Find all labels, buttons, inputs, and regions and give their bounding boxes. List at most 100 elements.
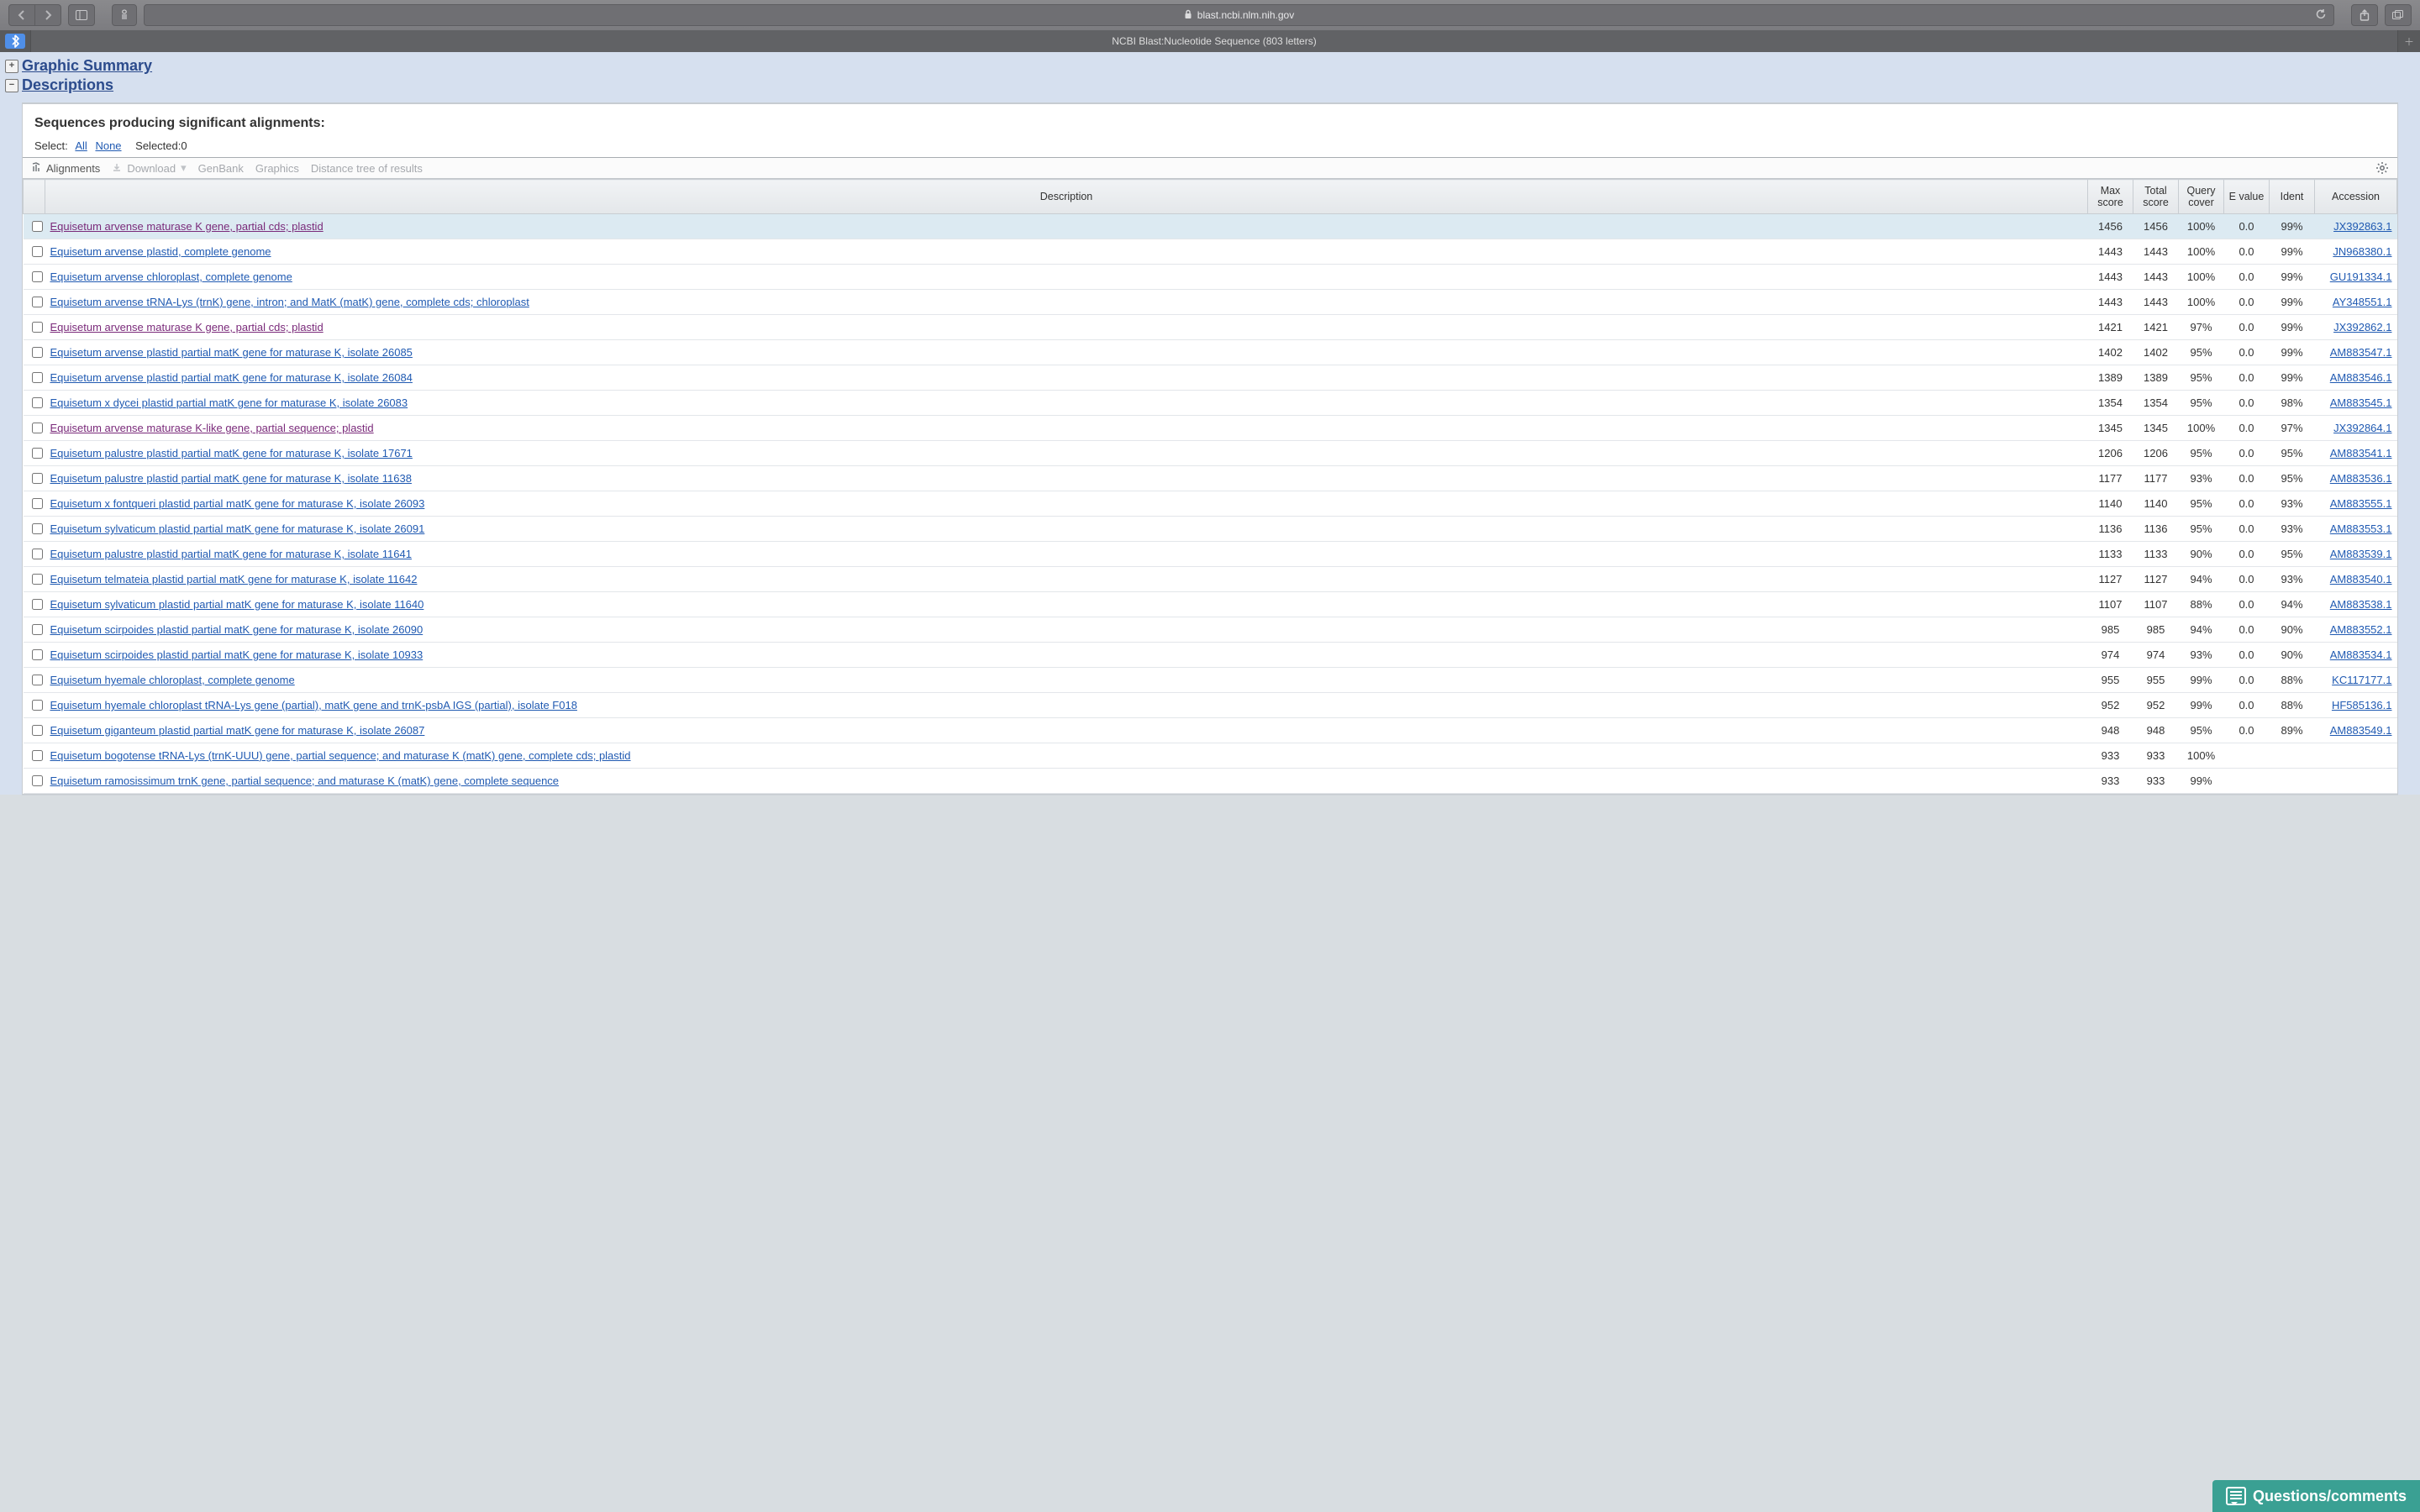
- row-checkbox[interactable]: [32, 700, 43, 711]
- reader-button[interactable]: [112, 4, 137, 26]
- accession-link[interactable]: AM883547.1: [2330, 346, 2392, 359]
- cell-total: 1206: [2133, 441, 2179, 466]
- row-checkbox[interactable]: [32, 448, 43, 459]
- description-link[interactable]: Equisetum arvense chloroplast, complete …: [50, 270, 292, 283]
- row-checkbox[interactable]: [32, 750, 43, 761]
- description-link[interactable]: Equisetum scirpoides plastid partial mat…: [50, 623, 424, 636]
- row-checkbox[interactable]: [32, 423, 43, 433]
- description-link[interactable]: Equisetum ramosissimum trnK gene, partia…: [50, 774, 560, 787]
- description-link[interactable]: Equisetum x fontqueri plastid partial ma…: [50, 497, 425, 510]
- row-checkbox[interactable]: [32, 397, 43, 408]
- row-checkbox[interactable]: [32, 574, 43, 585]
- description-link[interactable]: Equisetum arvense plastid, complete geno…: [50, 245, 271, 258]
- col-total-score[interactable]: Total score: [2133, 180, 2179, 214]
- col-max-score[interactable]: Max score: [2088, 180, 2133, 214]
- description-link[interactable]: Equisetum palustre plastid partial matK …: [50, 447, 413, 459]
- select-none-link[interactable]: None: [95, 139, 121, 152]
- description-link[interactable]: Equisetum bogotense tRNA-Lys (trnK-UUU) …: [50, 749, 631, 762]
- description-link[interactable]: Equisetum hyemale chloroplast, complete …: [50, 674, 295, 686]
- col-description[interactable]: Description: [45, 180, 2088, 214]
- row-checkbox[interactable]: [32, 322, 43, 333]
- download-button[interactable]: Download ▾: [112, 161, 186, 175]
- accession-link[interactable]: GU191334.1: [2330, 270, 2392, 283]
- accession-link[interactable]: HF585136.1: [2332, 699, 2392, 711]
- section-graphic-summary[interactable]: + Graphic Summary: [5, 57, 2415, 75]
- description-link[interactable]: Equisetum palustre plastid partial matK …: [50, 548, 412, 560]
- row-checkbox[interactable]: [32, 775, 43, 786]
- sidebar-toggle-button[interactable]: [68, 4, 95, 26]
- feedback-button[interactable]: Questions/comments: [2212, 1480, 2420, 1512]
- share-button[interactable]: [2351, 4, 2378, 26]
- row-checkbox[interactable]: [32, 675, 43, 685]
- row-checkbox[interactable]: [32, 649, 43, 660]
- description-link[interactable]: Equisetum sylvaticum plastid partial mat…: [50, 598, 424, 611]
- accession-link[interactable]: AM883545.1: [2330, 396, 2392, 409]
- accession-link[interactable]: JX392864.1: [2333, 422, 2391, 434]
- select-all-link[interactable]: All: [75, 139, 87, 152]
- row-checkbox[interactable]: [32, 473, 43, 484]
- collapse-icon[interactable]: −: [5, 79, 18, 92]
- row-checkbox[interactable]: [32, 246, 43, 257]
- row-checkbox[interactable]: [32, 271, 43, 282]
- accession-link[interactable]: JX392863.1: [2333, 220, 2391, 233]
- graphics-link[interactable]: Graphics: [255, 162, 299, 175]
- description-link[interactable]: Equisetum x dycei plastid partial matK g…: [50, 396, 408, 409]
- address-bar[interactable]: blast.ncbi.nlm.nih.gov: [144, 4, 2334, 26]
- accession-link[interactable]: AM883534.1: [2330, 648, 2392, 661]
- row-checkbox[interactable]: [32, 624, 43, 635]
- description-link[interactable]: Equisetum arvense plastid partial matK g…: [50, 371, 413, 384]
- row-checkbox[interactable]: [32, 347, 43, 358]
- nav-back-button[interactable]: [8, 4, 35, 26]
- description-link[interactable]: Equisetum arvense plastid partial matK g…: [50, 346, 413, 359]
- genbank-link[interactable]: GenBank: [198, 162, 244, 175]
- col-e-value[interactable]: E value: [2224, 180, 2270, 214]
- description-link[interactable]: Equisetum arvense tRNA-Lys (trnK) gene, …: [50, 296, 529, 308]
- col-ident[interactable]: Ident: [2270, 180, 2315, 214]
- col-query-cover[interactable]: Query cover: [2179, 180, 2224, 214]
- row-checkbox[interactable]: [32, 599, 43, 610]
- graphic-summary-link[interactable]: Graphic Summary: [22, 57, 152, 75]
- description-link[interactable]: Equisetum sylvaticum plastid partial mat…: [50, 522, 425, 535]
- description-link[interactable]: Equisetum arvense maturase K-like gene, …: [50, 422, 374, 434]
- browser-tab[interactable]: NCBI Blast:Nucleotide Sequence (803 lett…: [30, 30, 2398, 52]
- description-link[interactable]: Equisetum scirpoides plastid partial mat…: [50, 648, 424, 661]
- accession-link[interactable]: AM883541.1: [2330, 447, 2392, 459]
- accession-link[interactable]: AM883555.1: [2330, 497, 2392, 510]
- accession-link[interactable]: AM883552.1: [2330, 623, 2392, 636]
- row-checkbox[interactable]: [32, 221, 43, 232]
- row-checkbox[interactable]: [32, 372, 43, 383]
- row-checkbox[interactable]: [32, 523, 43, 534]
- description-link[interactable]: Equisetum telmateia plastid partial matK…: [50, 573, 418, 585]
- new-tab-button[interactable]: ＋: [2398, 30, 2420, 52]
- accession-link[interactable]: AY348551.1: [2333, 296, 2392, 308]
- row-checkbox[interactable]: [32, 725, 43, 736]
- accession-link[interactable]: AM883538.1: [2330, 598, 2392, 611]
- row-checkbox[interactable]: [32, 549, 43, 559]
- description-link[interactable]: Equisetum giganteum plastid partial matK…: [50, 724, 425, 737]
- accession-link[interactable]: JX392862.1: [2333, 321, 2391, 333]
- section-descriptions[interactable]: − Descriptions: [5, 76, 2415, 94]
- accession-link[interactable]: AM883546.1: [2330, 371, 2392, 384]
- gear-icon[interactable]: [2375, 161, 2389, 177]
- accession-link[interactable]: AM883549.1: [2330, 724, 2392, 737]
- accession-link[interactable]: AM883540.1: [2330, 573, 2392, 585]
- expand-icon[interactable]: +: [5, 60, 18, 73]
- alignments-button[interactable]: Alignments: [31, 162, 100, 175]
- accession-link[interactable]: AM883536.1: [2330, 472, 2392, 485]
- col-accession[interactable]: Accession: [2315, 180, 2397, 214]
- accession-link[interactable]: JN968380.1: [2333, 245, 2391, 258]
- accession-link[interactable]: AM883553.1: [2330, 522, 2392, 535]
- descriptions-link[interactable]: Descriptions: [22, 76, 113, 94]
- description-link[interactable]: Equisetum hyemale chloroplast tRNA-Lys g…: [50, 699, 577, 711]
- description-link[interactable]: Equisetum arvense maturase K gene, parti…: [50, 321, 324, 333]
- description-link[interactable]: Equisetum palustre plastid partial matK …: [50, 472, 412, 485]
- tabs-button[interactable]: [2385, 4, 2412, 26]
- row-checkbox[interactable]: [32, 297, 43, 307]
- distance-tree-link[interactable]: Distance tree of results: [311, 162, 423, 175]
- description-link[interactable]: Equisetum arvense maturase K gene, parti…: [50, 220, 324, 233]
- accession-link[interactable]: AM883539.1: [2330, 548, 2392, 560]
- row-checkbox[interactable]: [32, 498, 43, 509]
- nav-forward-button[interactable]: [35, 4, 61, 26]
- accession-link[interactable]: KC117177.1: [2332, 674, 2391, 686]
- reload-icon[interactable]: [2315, 8, 2327, 23]
